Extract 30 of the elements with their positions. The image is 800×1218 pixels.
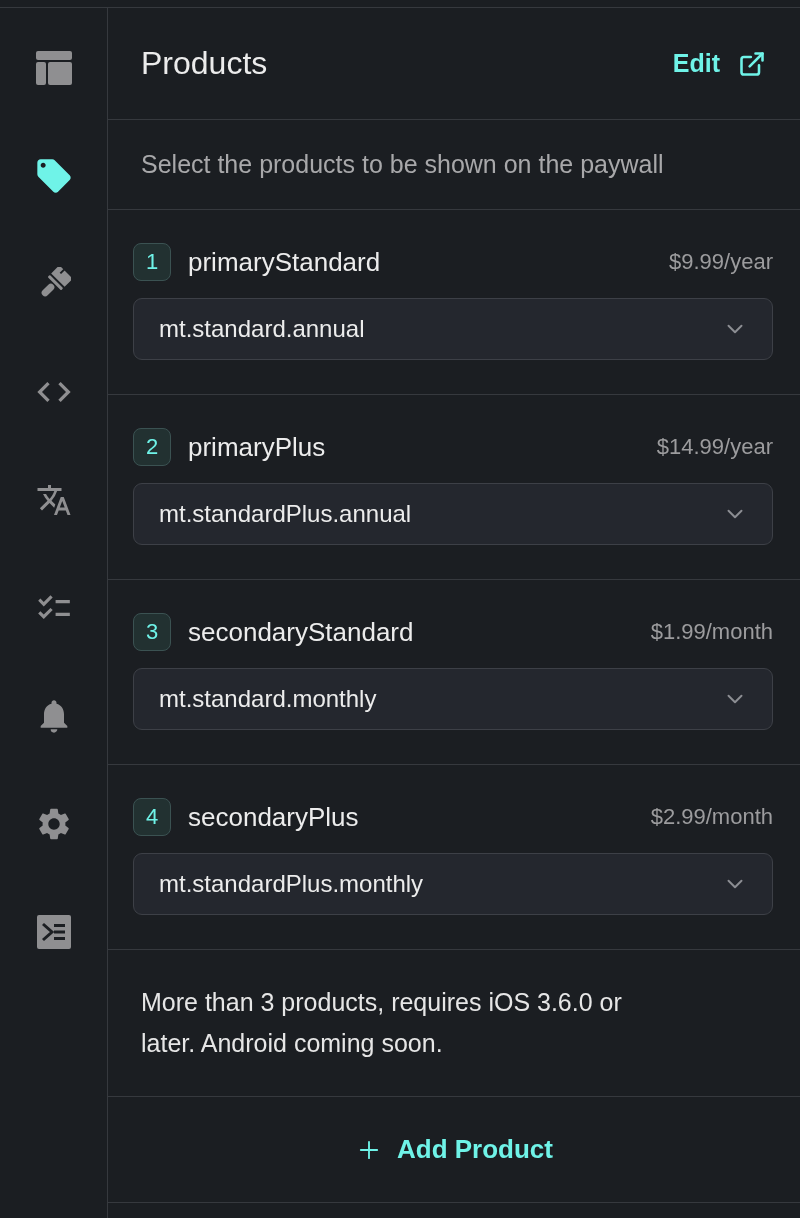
- product-number-badge: 3: [133, 613, 171, 651]
- product-select[interactable]: mt.standardPlus.monthly: [133, 853, 773, 915]
- product-price: $1.99/month: [650, 619, 773, 645]
- translate-icon: [35, 482, 72, 518]
- external-link-icon: [738, 49, 766, 78]
- panel-title: Products: [141, 45, 268, 82]
- layout-icon: [35, 51, 72, 85]
- product-select[interactable]: mt.standard.monthly: [133, 668, 773, 730]
- product-id-value: mt.standard.annual: [159, 315, 365, 343]
- requirements-note: More than 3 products, requires iOS 3.6.0 or later. Android coming soon.: [141, 987, 623, 1059]
- product-price: $2.99/month: [650, 804, 773, 830]
- product-price: $14.99/year: [656, 434, 773, 460]
- product-id-value: mt.standardPlus.annual: [159, 500, 412, 528]
- console-icon: [36, 915, 71, 949]
- product-id-value: mt.standard.monthly: [159, 685, 377, 713]
- product-name: secondaryStandard: [188, 616, 414, 648]
- product-number-badge: 4: [133, 798, 171, 836]
- product-name: secondaryPlus: [188, 801, 359, 833]
- product-number-badge: 2: [133, 428, 171, 466]
- edit-link[interactable]: Edit: [672, 49, 766, 78]
- product-price: $9.99/year: [669, 249, 773, 275]
- product-number-badge: 1: [133, 243, 171, 281]
- product-name: primaryPlus: [188, 431, 326, 463]
- add-product-button[interactable]: Add Product: [347, 1128, 561, 1171]
- sidebar-nav-button[interactable]: [33, 48, 74, 88]
- description-text: Select the products to be shown on the paywall: [141, 150, 664, 179]
- product-select[interactable]: mt.standard.annual: [133, 298, 773, 360]
- product-select[interactable]: mt.standardPlus.annual: [133, 483, 773, 545]
- product-name: primaryStandard: [188, 246, 381, 278]
- product-id-value: mt.standardPlus.monthly: [159, 870, 424, 898]
